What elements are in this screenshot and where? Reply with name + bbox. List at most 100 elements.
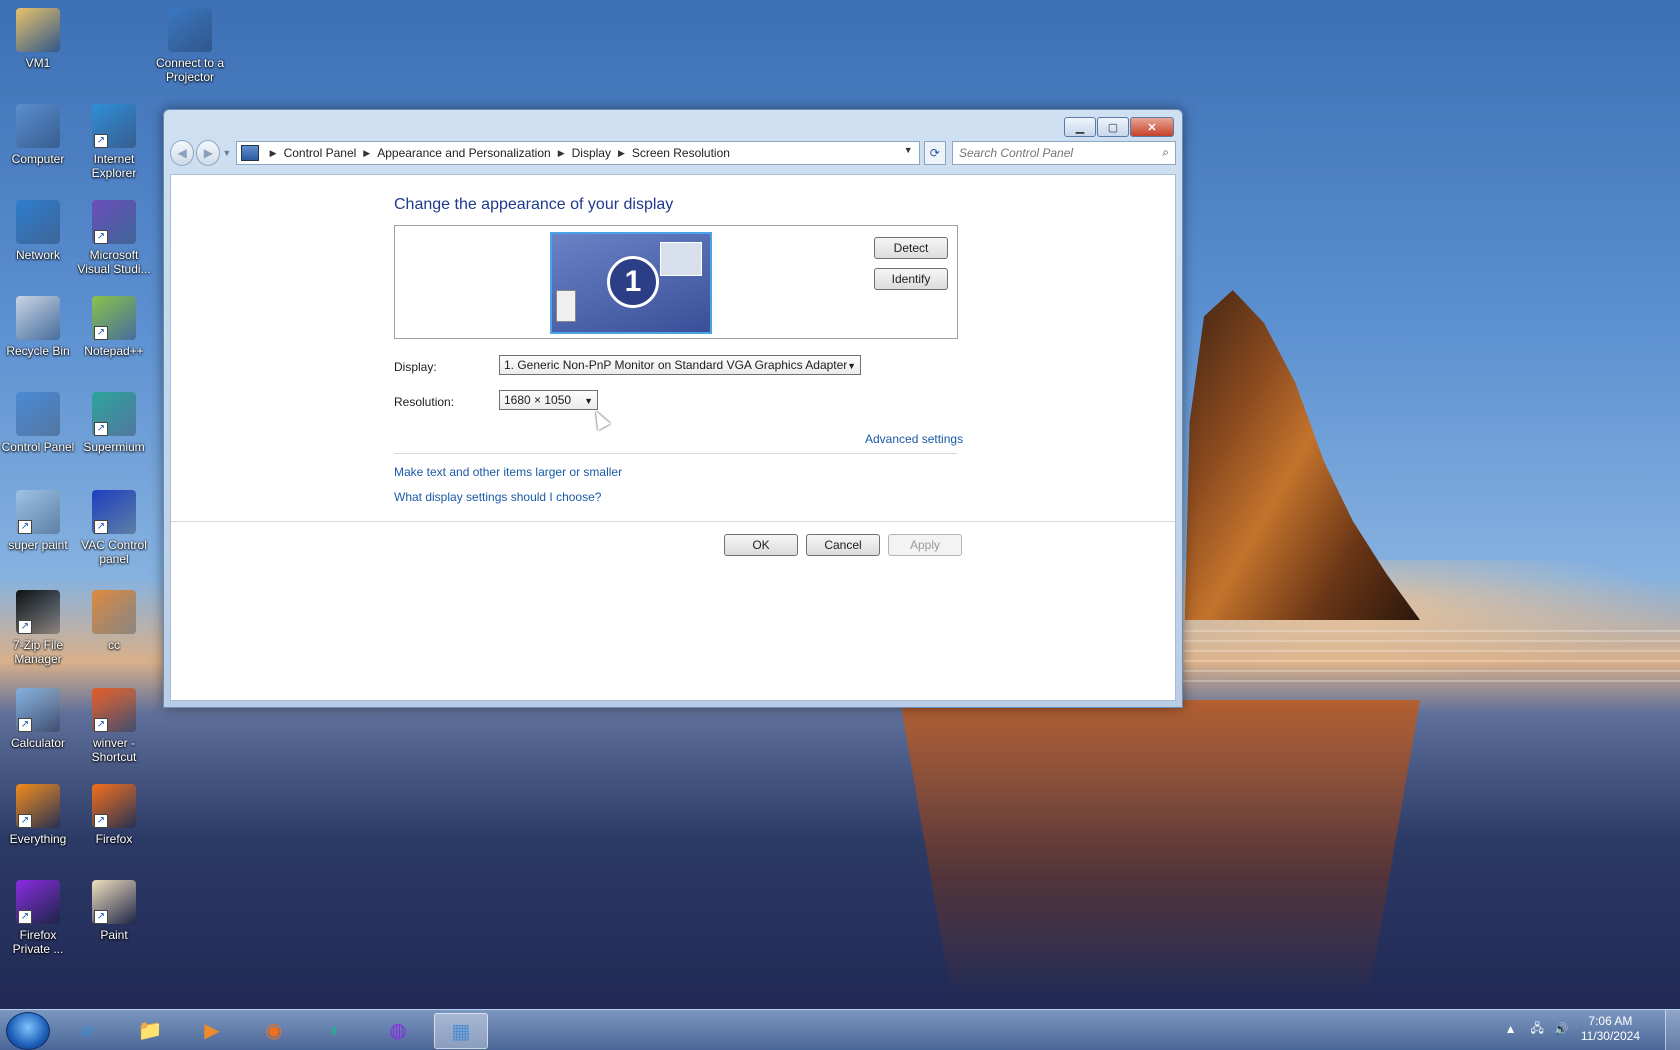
- control-panel-icon: [16, 392, 60, 436]
- display-select[interactable]: 1. Generic Non-PnP Monitor on Standard V…: [499, 355, 861, 375]
- shortcut-arrow-icon: ↗: [94, 520, 108, 534]
- shortcut-arrow-icon: ↗: [18, 814, 32, 828]
- shortcut-arrow-icon: ↗: [94, 910, 108, 924]
- apply-button[interactable]: Apply: [888, 534, 962, 556]
- firefox-private-icon[interactable]: ◍: [372, 1013, 424, 1047]
- supermium-icon[interactable]: ◐: [310, 1013, 362, 1047]
- desktop-icon[interactable]: ↗ winver - Shortcut: [76, 688, 152, 764]
- ok-button[interactable]: OK: [724, 534, 798, 556]
- display-label: Display:: [394, 360, 437, 374]
- text-size-link[interactable]: Make text and other items larger or smal…: [394, 465, 622, 479]
- desktop-icon[interactable]: ↗ Notepad++: [76, 296, 152, 358]
- desktop-icon[interactable]: ↗ Internet Explorer: [76, 104, 152, 180]
- notepad-plus-plus-icon: ↗: [92, 296, 136, 340]
- search-box[interactable]: ⌕: [952, 141, 1176, 165]
- search-input[interactable]: [953, 142, 1161, 164]
- identify-button[interactable]: Identify: [874, 268, 948, 290]
- resolution-select-value: 1680 × 1050: [504, 393, 572, 407]
- visual-studio-icon: ↗: [92, 200, 136, 244]
- close-button[interactable]: ✕: [1130, 117, 1174, 137]
- desktop-icon-label: VM1: [25, 56, 51, 70]
- media-player-icon[interactable]: ▶: [186, 1013, 238, 1047]
- address-bar[interactable]: ▶ Control Panel ▶ Appearance and Persona…: [235, 141, 920, 165]
- desktop-icon-label: Supermium: [83, 440, 145, 454]
- breadcrumb: ▶ Control Panel ▶ Appearance and Persona…: [263, 146, 730, 160]
- desktop-icon[interactable]: ↗ super paint: [0, 490, 76, 552]
- desktop-icon[interactable]: ↗ Paint: [76, 880, 152, 942]
- firefox-icon[interactable]: ◉: [248, 1013, 300, 1047]
- refresh-button[interactable]: ⟳: [923, 141, 946, 165]
- network-icon[interactable]: 🖧: [1530, 1019, 1543, 1040]
- breadcrumb-control-panel[interactable]: Control Panel: [284, 146, 357, 160]
- clock[interactable]: 7:06 AM 11/30/2024: [1581, 1014, 1640, 1044]
- address-dropdown-icon[interactable]: ▼: [904, 145, 913, 155]
- desktop-icon[interactable]: Computer: [0, 104, 76, 166]
- display-settings-help-link[interactable]: What display settings should I choose?: [394, 490, 601, 504]
- tower-thumbnail-icon: [556, 290, 576, 322]
- desktop-icon[interactable]: ↗ VAC Control panel: [76, 490, 152, 566]
- page-title: Change the appearance of your display: [394, 196, 674, 213]
- breadcrumb-chevron-icon[interactable]: ▶: [558, 148, 565, 159]
- desktop-icon[interactable]: ↗ Everything: [0, 784, 76, 846]
- navigation-bar: ◀ ▶ ▼ ▶ Control Panel ▶ Appearance and P…: [170, 140, 1176, 166]
- advanced-settings-link[interactable]: Advanced settings: [865, 432, 963, 446]
- desktop-icon-label: cc: [108, 638, 120, 652]
- breadcrumb-chevron-icon[interactable]: ▶: [270, 148, 277, 159]
- desktop-icon-label: Firefox: [95, 832, 133, 846]
- desktop-icon[interactable]: ↗ Microsoft Visual Studi...: [76, 200, 152, 276]
- desktop-icon[interactable]: ↗ Firefox: [76, 784, 152, 846]
- resolution-label: Resolution:: [394, 395, 455, 409]
- taskbar: ℯ 📁 ▶ ◉ ◐ ◍ ▦ ▲ 🖧 🔊 7:06 AM 11/30/2024: [0, 1009, 1680, 1050]
- internet-explorer-icon[interactable]: ℯ: [62, 1013, 114, 1047]
- desktop-icon[interactable]: Control Panel: [0, 392, 76, 454]
- maximize-button[interactable]: ▢: [1097, 117, 1129, 137]
- breadcrumb-chevron-icon[interactable]: ▶: [363, 148, 370, 159]
- recent-pages-chevron-icon[interactable]: ▼: [222, 148, 231, 158]
- minimize-button[interactable]: ▁: [1064, 117, 1096, 137]
- desktop-icon-label: Connect to a Projector: [155, 56, 225, 84]
- desktop-icon[interactable]: Connect to a Projector: [152, 8, 228, 84]
- desktop-icon-label: Recycle Bin: [6, 344, 70, 358]
- breadcrumb-screen-resolution[interactable]: Screen Resolution: [632, 146, 730, 160]
- desktop-icon-label: Everything: [9, 832, 67, 846]
- start-orb-icon[interactable]: [6, 1012, 50, 1050]
- shortcut-arrow-icon: ↗: [18, 910, 32, 924]
- file-explorer-icon[interactable]: 📁: [124, 1013, 176, 1047]
- firefox-private-icon: ↗: [16, 880, 60, 924]
- content-pane: Change the appearance of your display 1 …: [170, 174, 1176, 701]
- desktop-icon[interactable]: ↗ 7-Zip File Manager: [0, 590, 76, 666]
- search-icon[interactable]: ⌕: [1162, 145, 1169, 160]
- desktop-icon-label: Microsoft Visual Studi...: [77, 248, 151, 276]
- show-desktop-button[interactable]: [1665, 1010, 1680, 1050]
- desktop-icon[interactable]: VM1: [0, 8, 76, 70]
- recycle-bin-icon: [16, 296, 60, 340]
- volume-icon[interactable]: 🔊: [1554, 1022, 1569, 1036]
- back-button[interactable]: ◀: [170, 140, 195, 166]
- everything-search-icon: ↗: [16, 784, 60, 828]
- seven-zip-icon: ↗: [16, 590, 60, 634]
- breadcrumb-chevron-icon[interactable]: ▶: [618, 148, 625, 159]
- detect-button[interactable]: Detect: [874, 237, 948, 259]
- show-hidden-icons-icon[interactable]: ▲: [1505, 1022, 1517, 1036]
- desktop-icon[interactable]: ↗ Supermium: [76, 392, 152, 454]
- desktop-icon[interactable]: Network: [0, 200, 76, 262]
- monitor-1-tile[interactable]: 1: [550, 232, 712, 334]
- control-panel-icon[interactable]: ▦: [434, 1013, 488, 1049]
- desktop-icon-label: Notepad++: [84, 344, 144, 358]
- window-thumbnail-icon: [660, 242, 702, 276]
- shortcut-arrow-icon: ↗: [94, 422, 108, 436]
- desktop-icon[interactable]: ↗ Calculator: [0, 688, 76, 750]
- breadcrumb-display[interactable]: Display: [572, 146, 611, 160]
- firefox-icon: ↗: [92, 784, 136, 828]
- forward-button[interactable]: ▶: [196, 140, 221, 166]
- windows-logo-icon: ↗: [92, 688, 136, 732]
- shortcut-arrow-icon: ↗: [94, 134, 108, 148]
- desktop-icon[interactable]: Recycle Bin: [0, 296, 76, 358]
- screen-resolution-window[interactable]: ▁ ▢ ✕ ◀ ▶ ▼ ▶ Control Panel ▶ Appearance…: [163, 109, 1183, 708]
- resolution-select[interactable]: 1680 × 1050 ▼: [499, 390, 598, 410]
- system-tray: ▲ 🖧 🔊 7:06 AM 11/30/2024: [1505, 1014, 1640, 1044]
- desktop-icon[interactable]: ↗ Firefox Private ...: [0, 880, 76, 956]
- cancel-button[interactable]: Cancel: [806, 534, 880, 556]
- desktop-icon[interactable]: cc: [76, 590, 152, 652]
- breadcrumb-appearance[interactable]: Appearance and Personalization: [377, 146, 550, 160]
